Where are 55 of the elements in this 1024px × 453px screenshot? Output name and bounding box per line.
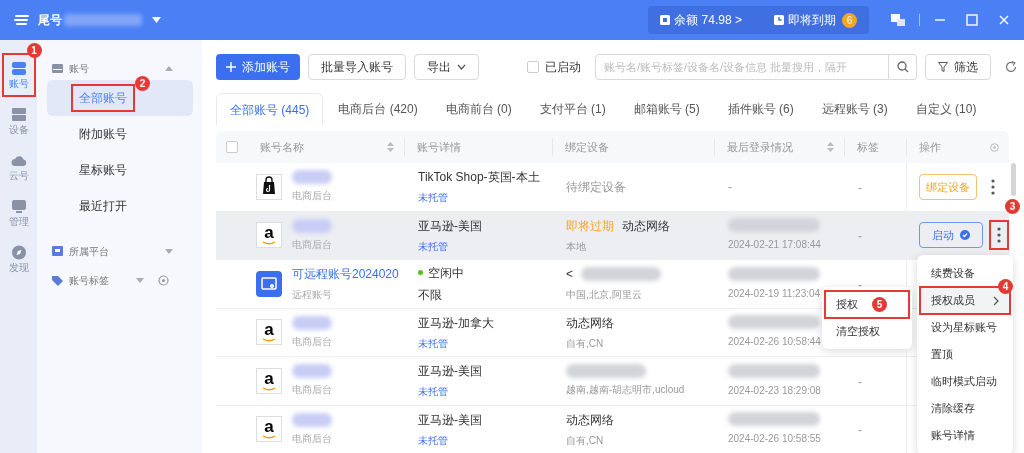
- device-location: 自有,CN: [566, 336, 605, 351]
- account-type: 电商后台: [292, 334, 332, 349]
- account-type: 电商后台: [292, 383, 332, 398]
- tag-empty: -: [858, 423, 862, 438]
- device-location: 越南,越南-胡志明市,ucloud: [566, 383, 686, 398]
- limit-text: 不限: [418, 286, 443, 304]
- count-badge: 6: [842, 12, 857, 28]
- hosting-status: 未托管: [418, 433, 449, 448]
- tag-empty: -: [858, 374, 862, 389]
- hosting-status: 未托管: [418, 239, 449, 254]
- amazon-logo: a: [256, 222, 282, 249]
- network-type: 动态网络: [566, 314, 614, 332]
- tag-empty: -: [858, 180, 862, 195]
- hosting-status: 未托管: [418, 336, 449, 351]
- column-header: 账号详情: [417, 139, 462, 155]
- expiry-warning: 即将过期: [566, 217, 614, 235]
- login-time: 2024-02-19 11:23:04: [728, 286, 822, 301]
- annotation-badge: 5: [872, 297, 887, 312]
- login-time: 2024-02-26 10:58:55: [728, 432, 822, 447]
- login-time: 2024-02-23 18:29:08: [728, 383, 822, 398]
- platform-name: 亚马逊-美国: [418, 411, 483, 429]
- tag-empty: -: [858, 277, 862, 292]
- column-header: 绑定设备: [565, 139, 610, 155]
- hosting-status: 未托管: [418, 191, 449, 206]
- login-time: 2024-02-21 17:08:44: [728, 238, 822, 253]
- tag-empty: -: [858, 229, 862, 244]
- account-type: 电商后台: [292, 189, 332, 204]
- device-name: <: [566, 266, 573, 284]
- account-type: 电商后台: [292, 237, 332, 252]
- network-type: 动态网络: [622, 217, 670, 235]
- column-header: 标签: [857, 139, 880, 155]
- account-type: 远程账号: [292, 288, 333, 303]
- amazon-logo: a: [256, 367, 282, 394]
- platform-name: 亚马逊-美国: [418, 363, 483, 381]
- account-label: 尾号: [38, 12, 62, 29]
- device-location: 本地: [566, 239, 587, 254]
- status-text: 空闲中: [428, 264, 464, 282]
- annotation-badge: 4: [998, 279, 1013, 294]
- device-location: 自有,CN: [566, 433, 605, 448]
- amazon-logo: a: [256, 416, 282, 443]
- login-time: 2024-02-26 10:58:44: [728, 335, 822, 350]
- platform-name: TikTok Shop-英国-本土: [418, 169, 541, 187]
- column-header: 账号名称: [260, 139, 305, 155]
- platform-name: 亚马逊-美国: [418, 217, 483, 235]
- platform-name: 亚马逊-加拿大: [418, 314, 495, 332]
- network-type: 动态网络: [566, 411, 614, 429]
- column-header: 操作: [919, 139, 942, 155]
- annotation-badge: 1: [26, 43, 42, 58]
- hosting-status: 未托管: [418, 385, 449, 400]
- device-status: 待绑定设备: [566, 178, 627, 196]
- login-empty: -: [728, 178, 733, 196]
- column-header: 最后登录情况: [727, 139, 794, 155]
- device-location: 中国,北京,阿里云: [566, 288, 643, 303]
- account-type: 电商后台: [292, 431, 332, 446]
- amazon-logo: a: [256, 319, 282, 346]
